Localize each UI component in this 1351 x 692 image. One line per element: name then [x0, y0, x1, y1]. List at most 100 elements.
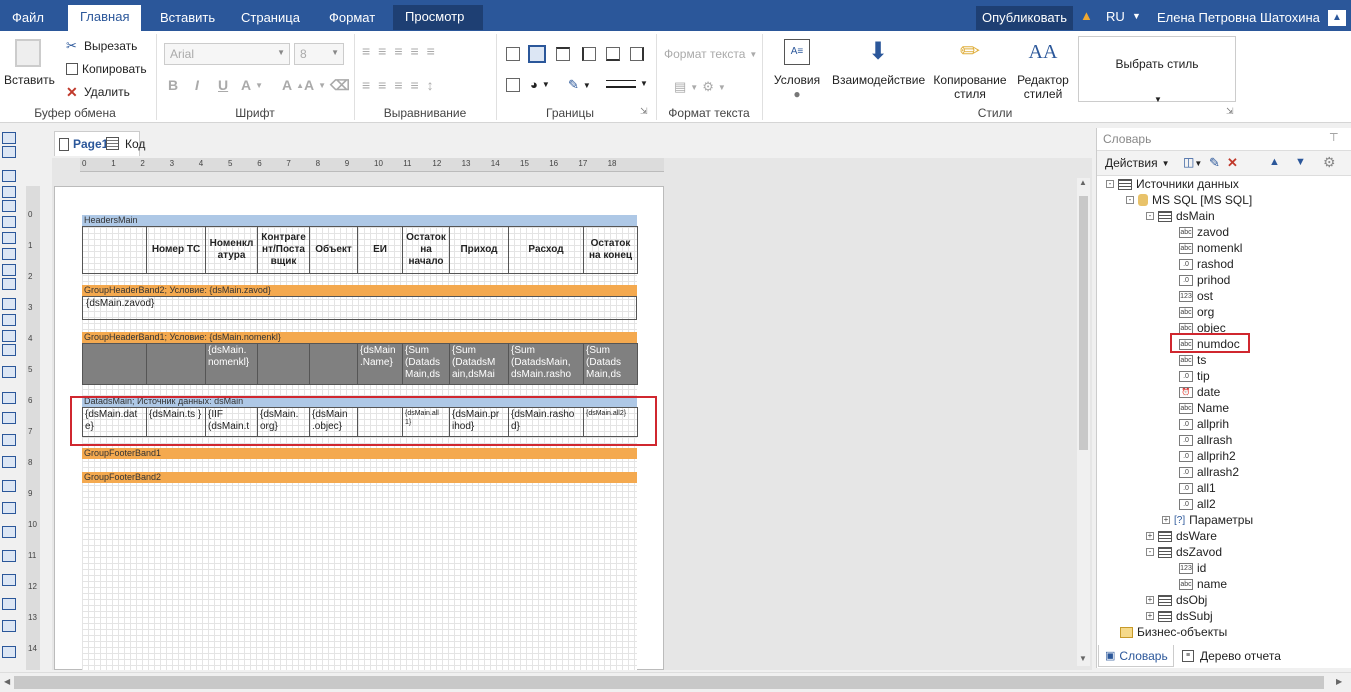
header-cell[interactable]: Расход	[508, 226, 584, 274]
toolbox-item-icon[interactable]	[2, 550, 16, 562]
tab-format[interactable]: Формат	[317, 6, 387, 31]
chevron-down-icon[interactable]: ▼	[1154, 95, 1162, 104]
toolbox-item-icon[interactable]	[2, 298, 16, 310]
edit-icon[interactable]: ✎	[1209, 155, 1220, 171]
no-border-icon[interactable]	[506, 78, 520, 92]
horizontal-scrollbar-thumb[interactable]	[14, 676, 1324, 689]
top-border-icon[interactable]	[556, 47, 570, 61]
tree-field-allrash2[interactable]: .0 allrash2	[1179, 465, 1239, 479]
toolbox-item-icon[interactable]	[2, 366, 16, 378]
group1-cell[interactable]	[82, 343, 147, 385]
text-format-combo[interactable]: Формат текста ▼	[664, 47, 757, 61]
border-color-icon[interactable]: ✎ ▼	[568, 77, 591, 93]
tree-connection[interactable]: - MS SQL [MS SQL]	[1126, 193, 1252, 207]
tree-field-prihod[interactable]: .0 prihod	[1179, 273, 1230, 287]
move-down-icon[interactable]: ▼	[1295, 156, 1306, 168]
border-style-icon[interactable]: ▼	[606, 79, 648, 88]
scroll-down-icon[interactable]: ▼	[1079, 654, 1087, 663]
tree-parameters[interactable]: + [?] Параметры	[1162, 513, 1253, 527]
toolbox-item-icon[interactable]	[2, 278, 16, 290]
underline-button[interactable]: U	[218, 77, 228, 93]
toolbox-item-icon[interactable]	[2, 216, 16, 228]
header-cell[interactable]: Приход	[449, 226, 509, 274]
toolbox-item-icon[interactable]	[2, 646, 16, 658]
header-cell[interactable]: Номенкл атура	[205, 226, 258, 274]
tree-data-sources[interactable]: - Источники данных	[1106, 177, 1239, 191]
tree-field-rashod[interactable]: .0 rashod	[1179, 257, 1234, 271]
group1-cell[interactable]: {Sum (Datads Main,ds	[583, 343, 638, 385]
scroll-left-icon[interactable]: ◀	[4, 677, 10, 686]
move-up-icon[interactable]: ▲	[1269, 156, 1280, 168]
header-cell[interactable]: Контраге нт/Поста вщик	[257, 226, 310, 274]
tab-dictionary[interactable]: ▣ Словарь	[1098, 645, 1174, 667]
tab-page[interactable]: Страница	[229, 6, 312, 31]
tree-field-zavod[interactable]: abc zavod	[1179, 225, 1229, 239]
choose-style-gallery[interactable]: Выбрать стиль	[1078, 36, 1236, 102]
group1-cell[interactable]	[309, 343, 358, 385]
toolbox-item-icon[interactable]	[2, 314, 16, 326]
toolbox-item-icon[interactable]	[2, 200, 16, 212]
font-color-button[interactable]: A ▼	[241, 77, 263, 93]
collapse-icon[interactable]: -	[1126, 196, 1134, 204]
group-header-band2[interactable]: GroupHeaderBand2; Условие: {dsMain.zavod…	[82, 285, 637, 296]
toolbox-item-icon[interactable]	[2, 456, 16, 468]
toolbox-item-icon[interactable]	[2, 170, 16, 182]
group-footer-band2[interactable]: GroupFooterBand2	[82, 472, 637, 483]
gear-icon[interactable]: ⚙	[1323, 154, 1336, 171]
language-selector[interactable]: RU	[1106, 9, 1125, 24]
group1-cell[interactable]: {Sum (DatadsMain, dsMain.rasho	[508, 343, 584, 385]
tab-report-tree[interactable]: ≡ Дерево отчета	[1182, 645, 1281, 667]
tree-dsobj[interactable]: + dsObj	[1146, 593, 1207, 607]
collapse-ribbon-icon[interactable]: ▲	[1328, 10, 1346, 26]
tab-insert[interactable]: Вставить	[148, 6, 227, 31]
dialog-launcher-icon[interactable]: ⇲	[1226, 106, 1234, 117]
style-editor-button[interactable]: AA Редактор стилей	[1012, 39, 1074, 101]
expand-icon[interactable]: +	[1146, 532, 1154, 540]
group1-cell[interactable]: {dsMain .Name}	[357, 343, 403, 385]
header-cell[interactable]: Остаток на конец	[583, 226, 638, 274]
header-cell[interactable]	[82, 226, 147, 274]
collapse-icon[interactable]: -	[1146, 212, 1154, 220]
delete-icon[interactable]: ✕	[1227, 155, 1238, 171]
tab-code[interactable]: Код	[102, 131, 145, 156]
shrink-font-button[interactable]: A ▼	[304, 77, 326, 93]
tree-field-all1[interactable]: .0 all1	[1179, 481, 1216, 495]
toolbox-item-icon[interactable]	[2, 186, 16, 198]
outer-border-icon[interactable]	[528, 45, 546, 63]
tree-field-date[interactable]: ⏰ date	[1179, 385, 1220, 399]
scrollbar-thumb[interactable]	[1079, 196, 1088, 450]
group1-cell[interactable]	[257, 343, 310, 385]
toolbox-item-icon[interactable]	[2, 502, 16, 514]
group1-cell[interactable]: {dsMain. nomenkl}	[205, 343, 258, 385]
tree-dssubj[interactable]: + dsSubj	[1146, 609, 1213, 623]
tree-field-allprih[interactable]: .0 allprih	[1179, 417, 1229, 431]
publish-button[interactable]: Опубликовать	[976, 6, 1073, 30]
toolbox-item-icon[interactable]	[2, 598, 16, 610]
tree-dsmain[interactable]: - dsMain	[1146, 209, 1215, 223]
horizontal-scrollbar[interactable]: ◀ ▶	[0, 672, 1351, 692]
actions-menu[interactable]: Действия ▼	[1105, 156, 1170, 170]
copy-style-button[interactable]: ✏ Копирование стиля	[930, 39, 1010, 102]
bottom-border-icon[interactable]	[606, 47, 620, 61]
tab-home[interactable]: Главная	[68, 5, 142, 31]
tree-business-objects[interactable]: Бизнес-объекты	[1120, 625, 1227, 639]
user-name[interactable]: Елена Петровна Шатохина	[1157, 10, 1320, 25]
header-cell[interactable]: ЕИ	[357, 226, 403, 274]
toolbox-item-icon[interactable]	[2, 574, 16, 586]
font-size-select[interactable]: 8 ▼	[294, 43, 344, 65]
group-footer-band1[interactable]: GroupFooterBand1	[82, 448, 637, 459]
new-item-icon[interactable]: ◫▼	[1183, 155, 1202, 169]
toolbox-item-icon[interactable]	[2, 620, 16, 632]
right-border-icon[interactable]	[630, 47, 644, 61]
paste-button[interactable]: Вставить	[4, 39, 55, 87]
toolbox-item-icon[interactable]	[2, 232, 16, 244]
bold-button[interactable]: B	[168, 77, 178, 93]
tree-field-org[interactable]: abc org	[1179, 305, 1214, 319]
expand-icon[interactable]: +	[1162, 516, 1170, 524]
tree-field-ts[interactable]: abc ts	[1179, 353, 1206, 367]
toolbox-item-icon[interactable]	[2, 132, 16, 144]
toolbox-item-icon[interactable]	[2, 526, 16, 538]
cut-button[interactable]: ✂ Вырезать	[66, 39, 137, 54]
dialog-launcher-icon[interactable]: ⇲	[640, 106, 648, 117]
tab-file[interactable]: Файл	[0, 6, 56, 31]
